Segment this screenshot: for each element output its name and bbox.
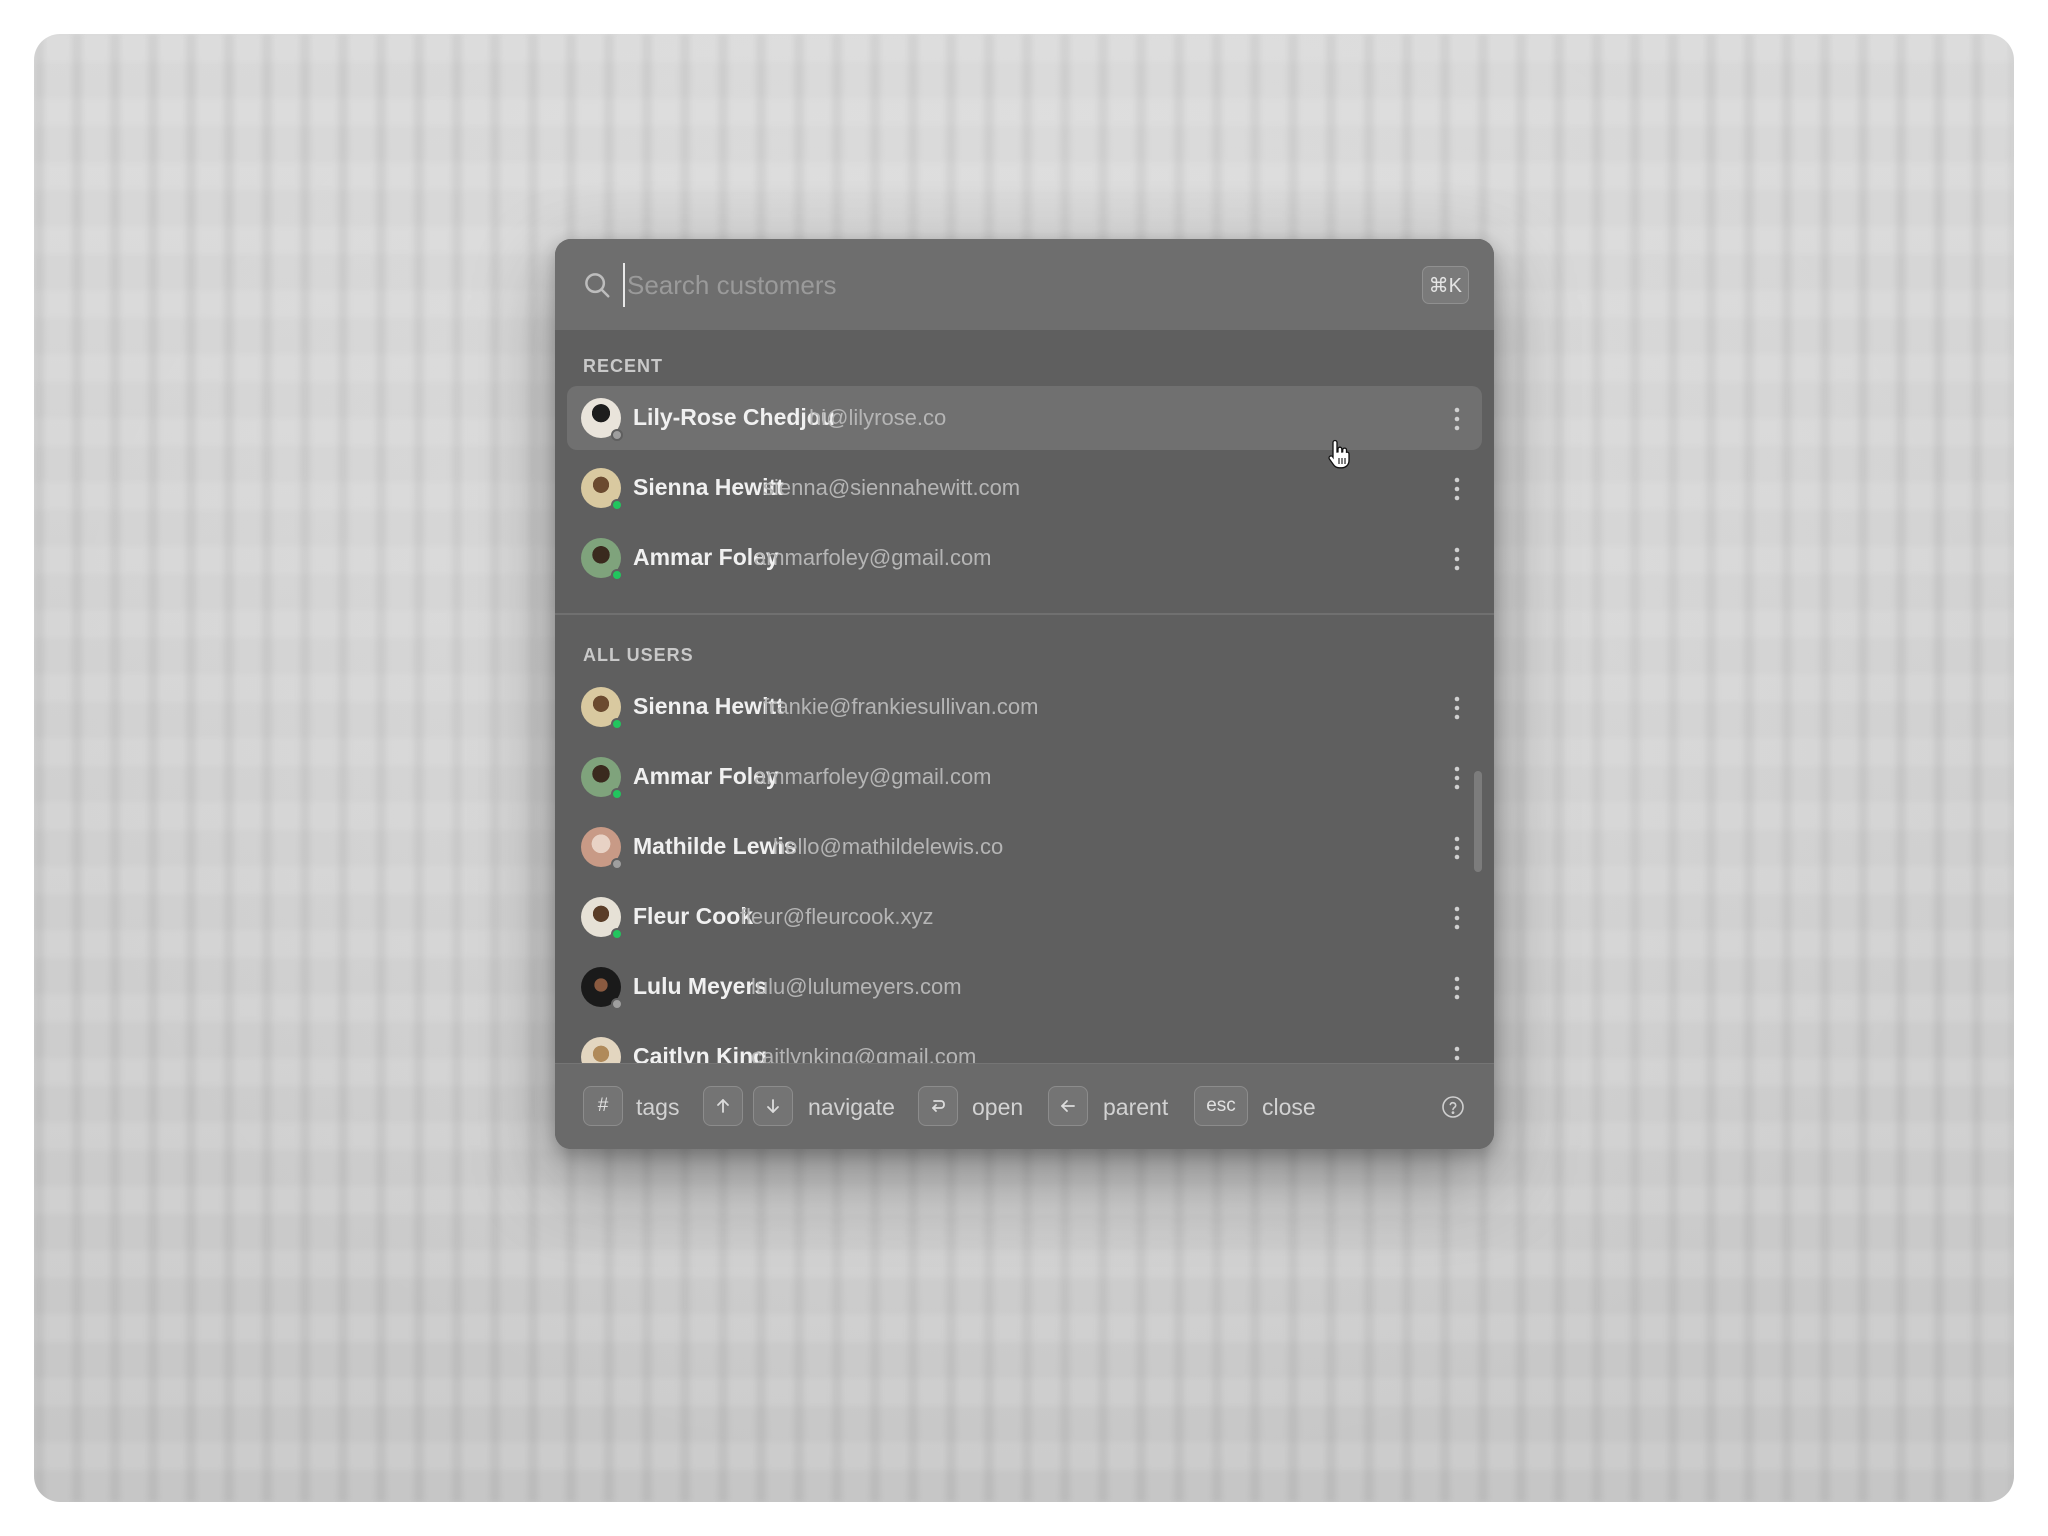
search-input[interactable] (623, 263, 1403, 307)
arrow-up-icon (717, 1099, 729, 1113)
keyboard-hints-footer: # tags navigate open parent esc close (555, 1063, 1494, 1149)
status-dot (611, 429, 623, 441)
customer-name: Fleur Cook (633, 903, 754, 929)
search-bar: ⌘K (555, 239, 1494, 330)
more-vertical-icon[interactable] (1454, 406, 1460, 432)
status-dot (611, 998, 623, 1010)
customer-name: Sienna Hewitt (633, 474, 784, 500)
results-scroll-area[interactable]: RECENT Lily-Rose Chedjou hi@lilyrose.co … (555, 330, 1494, 1149)
user-row[interactable]: Lulu Meyers lulu@lulumeyers.com (567, 955, 1482, 1019)
section-label-all-users: ALL USERS (583, 645, 694, 665)
customer-email: ammarfoley@gmail.com (754, 764, 992, 789)
tags-key: # (583, 1086, 623, 1126)
section-label-recent: RECENT (583, 356, 664, 376)
customer-name: Lulu Meyers (633, 973, 768, 999)
more-vertical-icon[interactable] (1454, 905, 1460, 931)
arrow-left-icon (1061, 1100, 1075, 1112)
open-label: open (972, 1094, 1024, 1120)
more-vertical-icon[interactable] (1454, 765, 1460, 791)
more-vertical-icon[interactable] (1454, 695, 1460, 721)
customer-email: lulu@lulumeyers.com (751, 974, 962, 999)
status-dot (611, 499, 623, 511)
arrow-down-icon (767, 1099, 779, 1113)
status-dot (611, 788, 623, 800)
arrow-up-key (703, 1086, 743, 1126)
close-label: close (1262, 1094, 1316, 1120)
search-icon (585, 273, 610, 298)
user-row[interactable]: Sienna Hewitt frankie@frankiesullivan.co… (567, 675, 1482, 739)
more-vertical-icon[interactable] (1454, 476, 1460, 502)
customer-name: Sienna Hewitt (633, 693, 784, 719)
user-row[interactable]: Ammar Foley ammarfoley@gmail.com (567, 745, 1482, 809)
navigate-label: navigate (808, 1094, 895, 1120)
customer-name: Lily-Rose Chedjou (633, 404, 835, 430)
status-dot (611, 569, 623, 581)
status-dot (611, 718, 623, 730)
command-palette: ⌘K RECENT Lily-Rose Chedjou hi@lilyrose.… (555, 239, 1494, 1149)
hand-pointer-cursor-icon (1328, 439, 1350, 469)
user-row[interactable]: Fleur Cook fleur@fleurcook.xyz (567, 885, 1482, 949)
scrollbar-thumb[interactable] (1474, 771, 1482, 872)
enter-key (918, 1086, 958, 1126)
results-list: RECENT Lily-Rose Chedjou hi@lilyrose.co … (555, 330, 1494, 1149)
more-vertical-icon[interactable] (1454, 835, 1460, 861)
parent-label: parent (1103, 1094, 1169, 1120)
user-row[interactable]: Mathilde Lewis hello@mathildelewis.co (567, 815, 1482, 879)
return-icon (932, 1100, 945, 1112)
status-dot (611, 928, 623, 940)
tags-label: tags (636, 1094, 680, 1120)
status-dot (611, 858, 623, 870)
esc-key: esc (1194, 1086, 1248, 1126)
more-vertical-icon[interactable] (1454, 546, 1460, 572)
recent-row[interactable]: Ammar Foley ammarfoley@gmail.com (567, 526, 1482, 590)
arrow-down-key (753, 1086, 793, 1126)
shortcut-badge: ⌘K (1421, 266, 1469, 304)
customer-email: frankie@frankiesullivan.com (763, 694, 1039, 719)
more-vertical-icon[interactable] (1454, 975, 1460, 1001)
customer-email: ammarfoley@gmail.com (754, 545, 992, 570)
customer-email: hello@mathildelewis.co (773, 834, 1004, 859)
section-divider (555, 613, 1494, 615)
customer-email: hi@lilyrose.co (809, 405, 947, 430)
left-arrow-key (1048, 1086, 1088, 1126)
help-icon[interactable] (1441, 1095, 1465, 1119)
customer-email: sienna@siennahewitt.com (763, 475, 1021, 500)
customer-email: fleur@fleurcook.xyz (740, 904, 934, 929)
